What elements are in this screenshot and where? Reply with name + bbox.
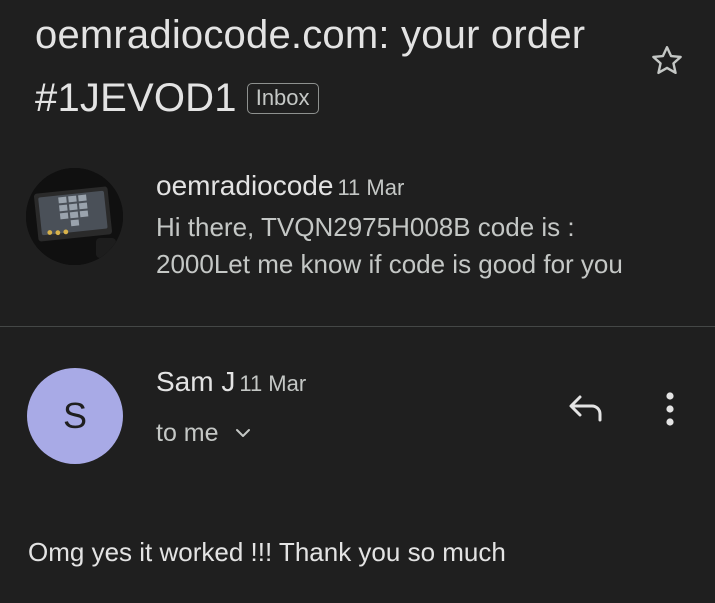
inbox-label-badge[interactable]: Inbox [246,83,319,114]
sender-avatar-image[interactable] [26,168,123,265]
sender-line: Sam J 11 Mar [156,364,516,402]
chevron-down-icon [233,426,253,440]
star-button[interactable] [644,38,690,84]
star-outline-icon [652,46,682,75]
message-date: 11 Mar [239,371,307,396]
message-date: 11 Mar [337,175,405,200]
sender-line: oemradiocode 11 Mar [156,168,696,206]
recipient-text: to me [156,419,219,447]
message-divider [0,326,715,327]
snippet-line-1: Hi there, TVQN2975H008B code is : [156,212,575,242]
message-body: Omg yes it worked !!! Thank you so much [28,537,506,567]
email-subject: oemradiocode.com: your order #1JEVOD1 Inb… [35,4,615,130]
message-oemradiocode[interactable]: oemradiocode 11 Mar Hi there, TVQN2975H00… [156,168,696,283]
sender-name: oemradiocode [156,170,334,201]
sender-avatar-initial[interactable]: S [27,368,123,464]
message-snippet: Hi there, TVQN2975H008B code is : 2000Le… [156,209,696,283]
more-options-button[interactable] [650,386,690,432]
message-sam-j-header: Sam J 11 Mar to me [156,364,516,450]
reply-button[interactable] [562,386,612,432]
reply-icon [569,395,602,422]
more-vert-icon [666,392,674,426]
radio-screenshot-image [26,168,123,265]
email-thread-view: oemradiocode.com: your order #1JEVOD1 Inb… [0,0,715,603]
recipient-toggle[interactable]: to me [156,416,516,450]
sender-name: Sam J [156,366,236,397]
snippet-line-2: 2000Let me know if code is good for you [156,249,623,279]
